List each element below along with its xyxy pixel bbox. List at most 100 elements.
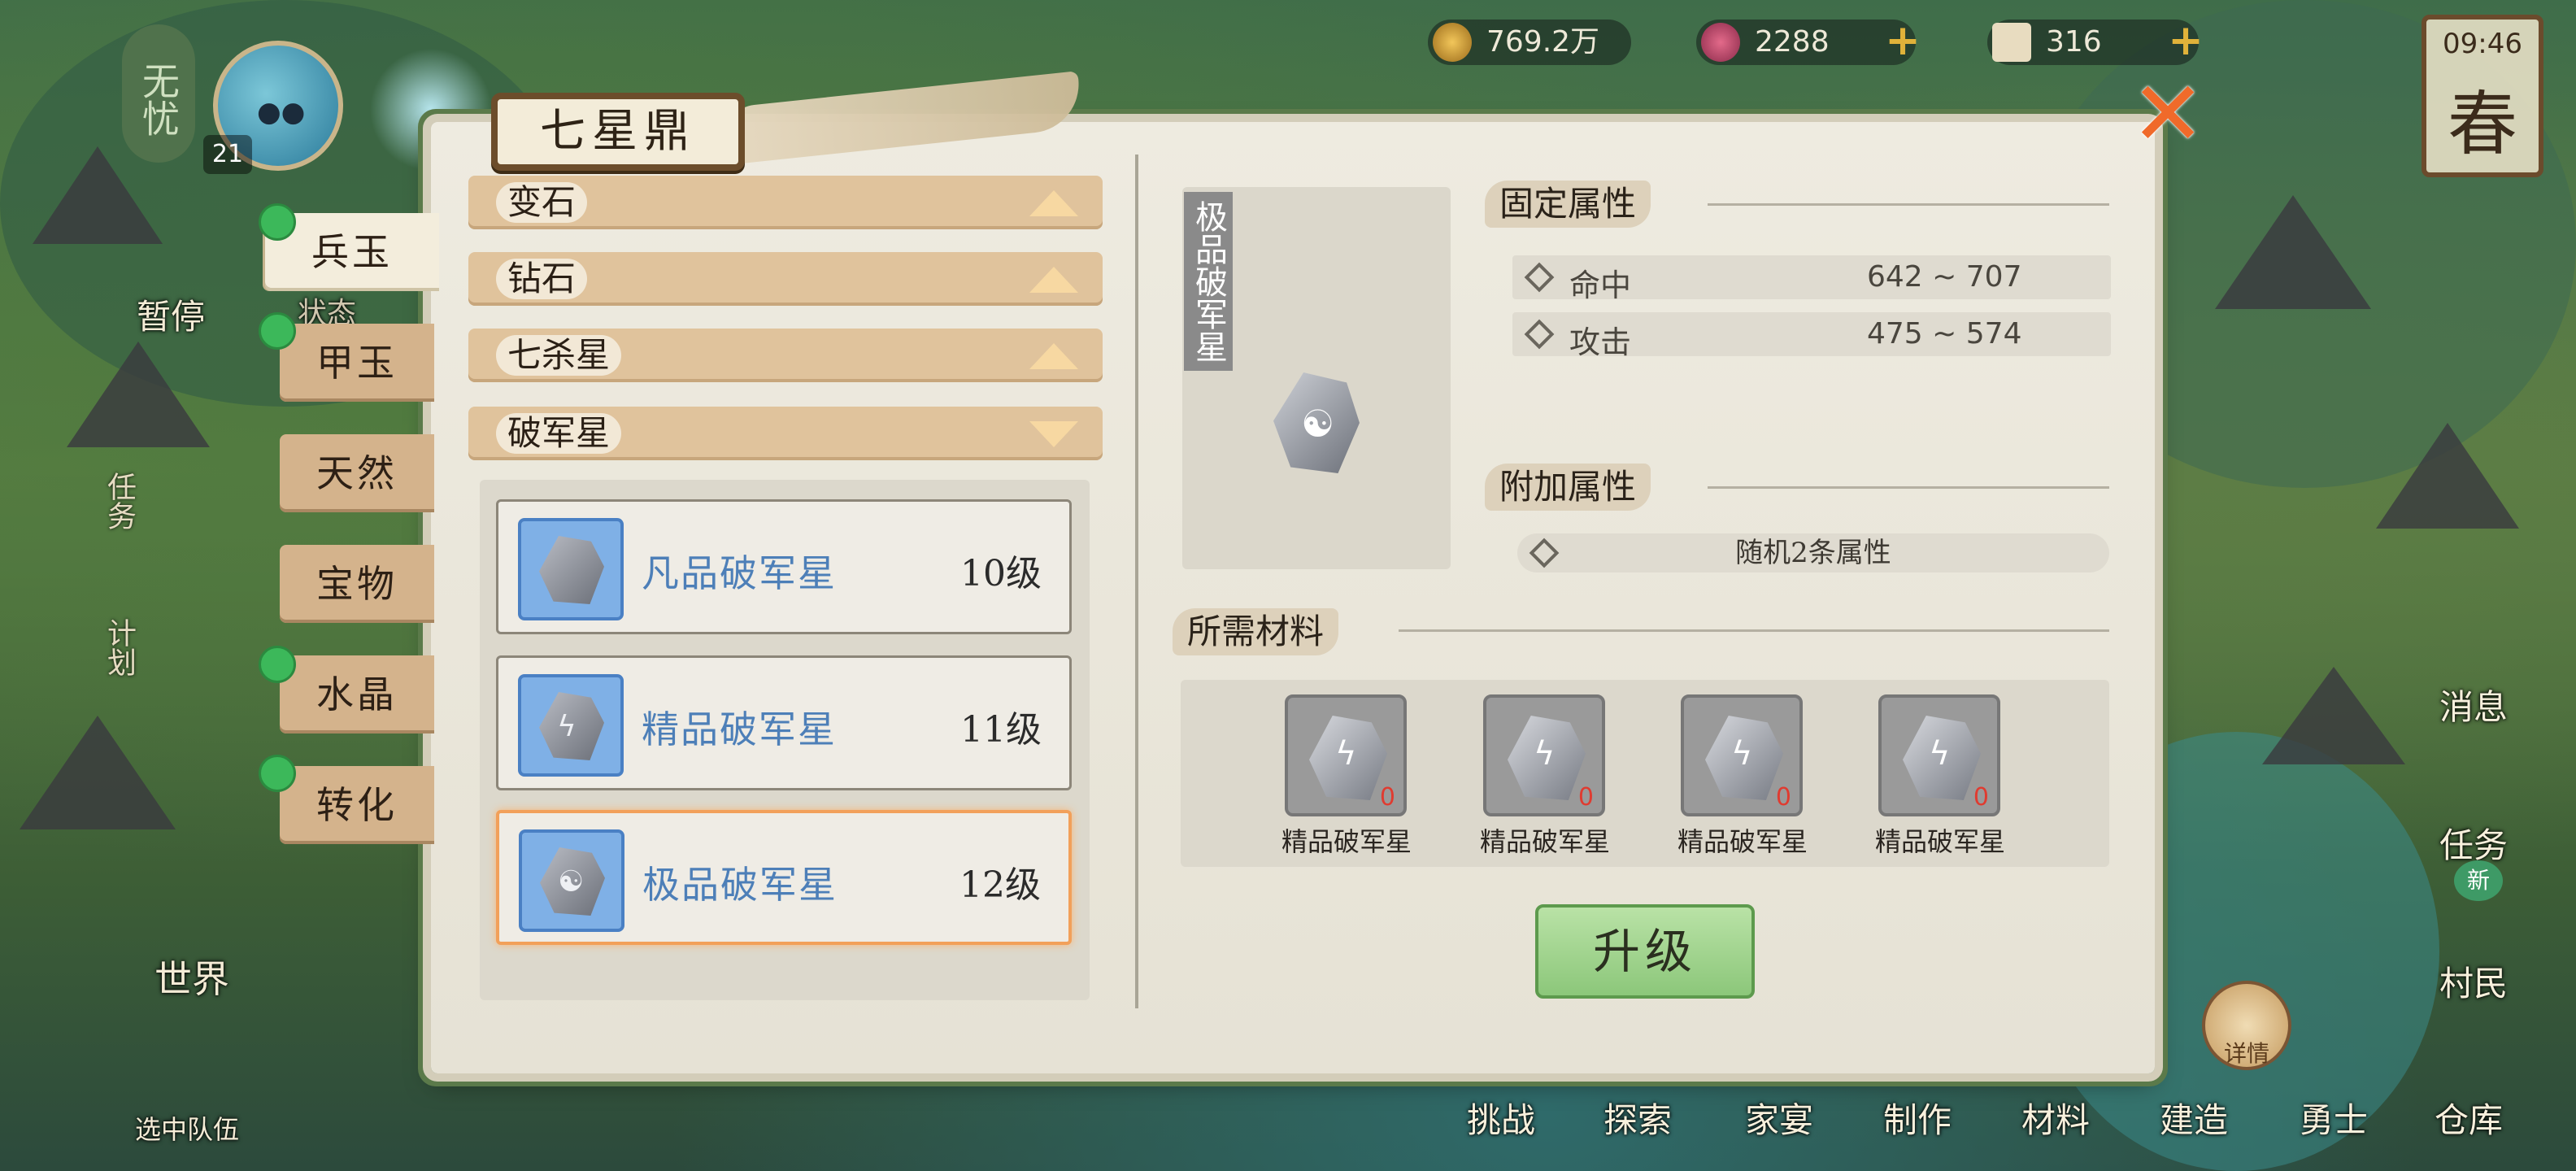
clock-time: 09:46 <box>2443 28 2522 60</box>
material-count: 0 <box>1379 783 1395 812</box>
preview-title: 极品破军星 <box>1184 192 1233 371</box>
select-team-button[interactable]: 选中队伍 <box>135 1109 239 1147</box>
ticket-icon <box>1992 23 2031 62</box>
item-name: 精品破军星 <box>642 707 837 751</box>
ticket-counter: 316 + <box>1987 20 2204 65</box>
attr-row: 命中 642 ~ 707 <box>1512 255 2111 303</box>
attr-row: 攻击 475 ~ 574 <box>1512 312 2111 360</box>
heading-line <box>1708 203 2109 206</box>
category-pojunxing[interactable]: 破军星 <box>468 407 1103 460</box>
stone-icon <box>539 536 604 604</box>
tab-jiayu-dot <box>259 312 296 350</box>
preview-rune-icon: ☯ <box>1301 402 1335 446</box>
ticket-value: 316 <box>2046 25 2102 59</box>
menu-build[interactable]: 建造 <box>2160 1093 2228 1143</box>
menu-materials[interactable]: 材料 <box>2021 1093 2090 1143</box>
random-attrs-text: 随机2条属性 <box>1735 537 1891 569</box>
menu-warehouse[interactable]: 仓库 <box>2435 1093 2503 1143</box>
villager-button[interactable]: 村民 <box>2439 956 2508 1006</box>
attr-value: 642 ~ 707 <box>1867 260 2022 294</box>
menu-explore[interactable]: 探索 <box>1603 1093 1672 1143</box>
item-icon: ϟ <box>518 674 624 777</box>
expand-arrow-icon <box>1029 190 1078 216</box>
menu-craft[interactable]: 制作 <box>1883 1093 1952 1143</box>
attr-value: 475 ~ 574 <box>1867 317 2022 350</box>
fixed-attrs-heading: 固定属性 <box>1485 181 1651 228</box>
tab-shuijing[interactable]: 水晶 <box>280 655 434 734</box>
collapse-arrow-icon <box>1029 421 1078 447</box>
category-label: 破军星 <box>496 413 622 454</box>
pause-button[interactable]: 暂停 <box>137 289 205 339</box>
task-side-button[interactable]: 任务 <box>98 472 140 530</box>
category-label: 钻石 <box>496 259 588 299</box>
close-button[interactable]: ✕ <box>2130 69 2205 159</box>
category-qishaxing[interactable]: 七杀星 <box>468 329 1103 382</box>
tab-bingyu-dot <box>259 203 296 241</box>
item-name: 极品破军星 <box>642 863 838 907</box>
tab-baowu[interactable]: 宝物 <box>280 545 434 623</box>
list-item[interactable]: ϟ 精品破军星 11级 <box>496 655 1072 790</box>
add-gems-button[interactable]: + <box>1883 20 1922 62</box>
material-slot[interactable]: ϟ 0 <box>1681 694 1803 816</box>
tab-zhuanhua-dot <box>259 755 296 792</box>
heading-line <box>1399 629 2109 632</box>
rune-mark-icon: ϟ <box>1929 735 1951 773</box>
diamond-icon <box>1529 538 1560 568</box>
tab-shuijing-dot <box>259 646 296 683</box>
material-name: 精品破军星 <box>1281 826 1412 857</box>
player-tag: 无忧 <box>122 24 195 163</box>
clock-season: 春 <box>2448 84 2517 165</box>
item-level: 12级 <box>959 864 1041 906</box>
item-icon: ☯ <box>519 829 624 932</box>
player-level: 21 <box>203 135 252 174</box>
extra-attrs-heading: 附加属性 <box>1485 464 1651 511</box>
rune-mark-icon: ϟ <box>1731 735 1753 773</box>
coin-value: 769.2万 <box>1486 25 1600 59</box>
category-bianshi[interactable]: 变石 <box>468 176 1103 229</box>
tab-jiayu[interactable]: 甲玉 <box>280 324 434 402</box>
upgrade-button[interactable]: 升级 <box>1535 904 1755 999</box>
rune-mark-icon: ϟ <box>1335 735 1357 773</box>
roof-3 <box>20 716 176 829</box>
material-count: 0 <box>1973 783 1989 812</box>
attr-name: 命中 <box>1569 268 1632 303</box>
materials-heading: 所需材料 <box>1173 608 1339 655</box>
panel-divider <box>1135 155 1138 1008</box>
item-icon <box>518 518 624 620</box>
list-item-selected[interactable]: ☯ 极品破军星 12级 <box>496 810 1072 945</box>
message-button[interactable]: 消息 <box>2439 680 2508 729</box>
gem-value: 2288 <box>1755 25 1830 59</box>
menu-warrior[interactable]: 勇士 <box>2300 1093 2368 1143</box>
attr-name: 攻击 <box>1569 324 1632 360</box>
rune-mark-icon: ☯ <box>558 865 585 899</box>
diamond-icon <box>1524 262 1555 293</box>
gem-counter: 2288 + <box>1696 20 1921 65</box>
rune-mark-icon: ϟ <box>1534 735 1556 773</box>
coin-icon <box>1433 23 1472 62</box>
item-level: 11级 <box>960 709 1042 751</box>
new-badge: 新 <box>2454 860 2503 901</box>
material-slot[interactable]: ϟ 0 <box>1483 694 1605 816</box>
menu-banquet[interactable]: 家宴 <box>1745 1093 1813 1143</box>
material-slot[interactable]: ϟ 0 <box>1285 694 1407 816</box>
plan-side-button[interactable]: 计划 <box>98 618 140 677</box>
material-name: 精品破军星 <box>1677 826 1808 857</box>
material-slot[interactable]: ϟ 0 <box>1878 694 2000 816</box>
detail-button[interactable]: 详情 <box>2202 981 2291 1070</box>
expand-arrow-icon <box>1029 343 1078 369</box>
category-zuanshi[interactable]: 钻石 <box>468 252 1103 306</box>
item-name: 凡品破军星 <box>642 551 837 595</box>
season-clock: 09:46 春 <box>2422 15 2543 177</box>
menu-challenge[interactable]: 挑战 <box>1467 1093 1535 1143</box>
panel-title: 七星鼎 <box>491 93 745 171</box>
list-item[interactable]: 凡品破军星 10级 <box>496 499 1072 634</box>
tab-tianran[interactable]: 天然 <box>280 434 434 512</box>
material-name: 精品破军星 <box>1874 826 2005 857</box>
item-level: 10级 <box>960 553 1042 594</box>
rune-mark-icon: ϟ <box>557 710 577 743</box>
world-button[interactable]: 世界 <box>154 950 229 1003</box>
expand-arrow-icon <box>1029 267 1078 293</box>
category-label: 变石 <box>496 182 588 223</box>
tab-zhuanhua[interactable]: 转化 <box>280 766 434 844</box>
add-tickets-button[interactable]: + <box>2166 20 2205 62</box>
